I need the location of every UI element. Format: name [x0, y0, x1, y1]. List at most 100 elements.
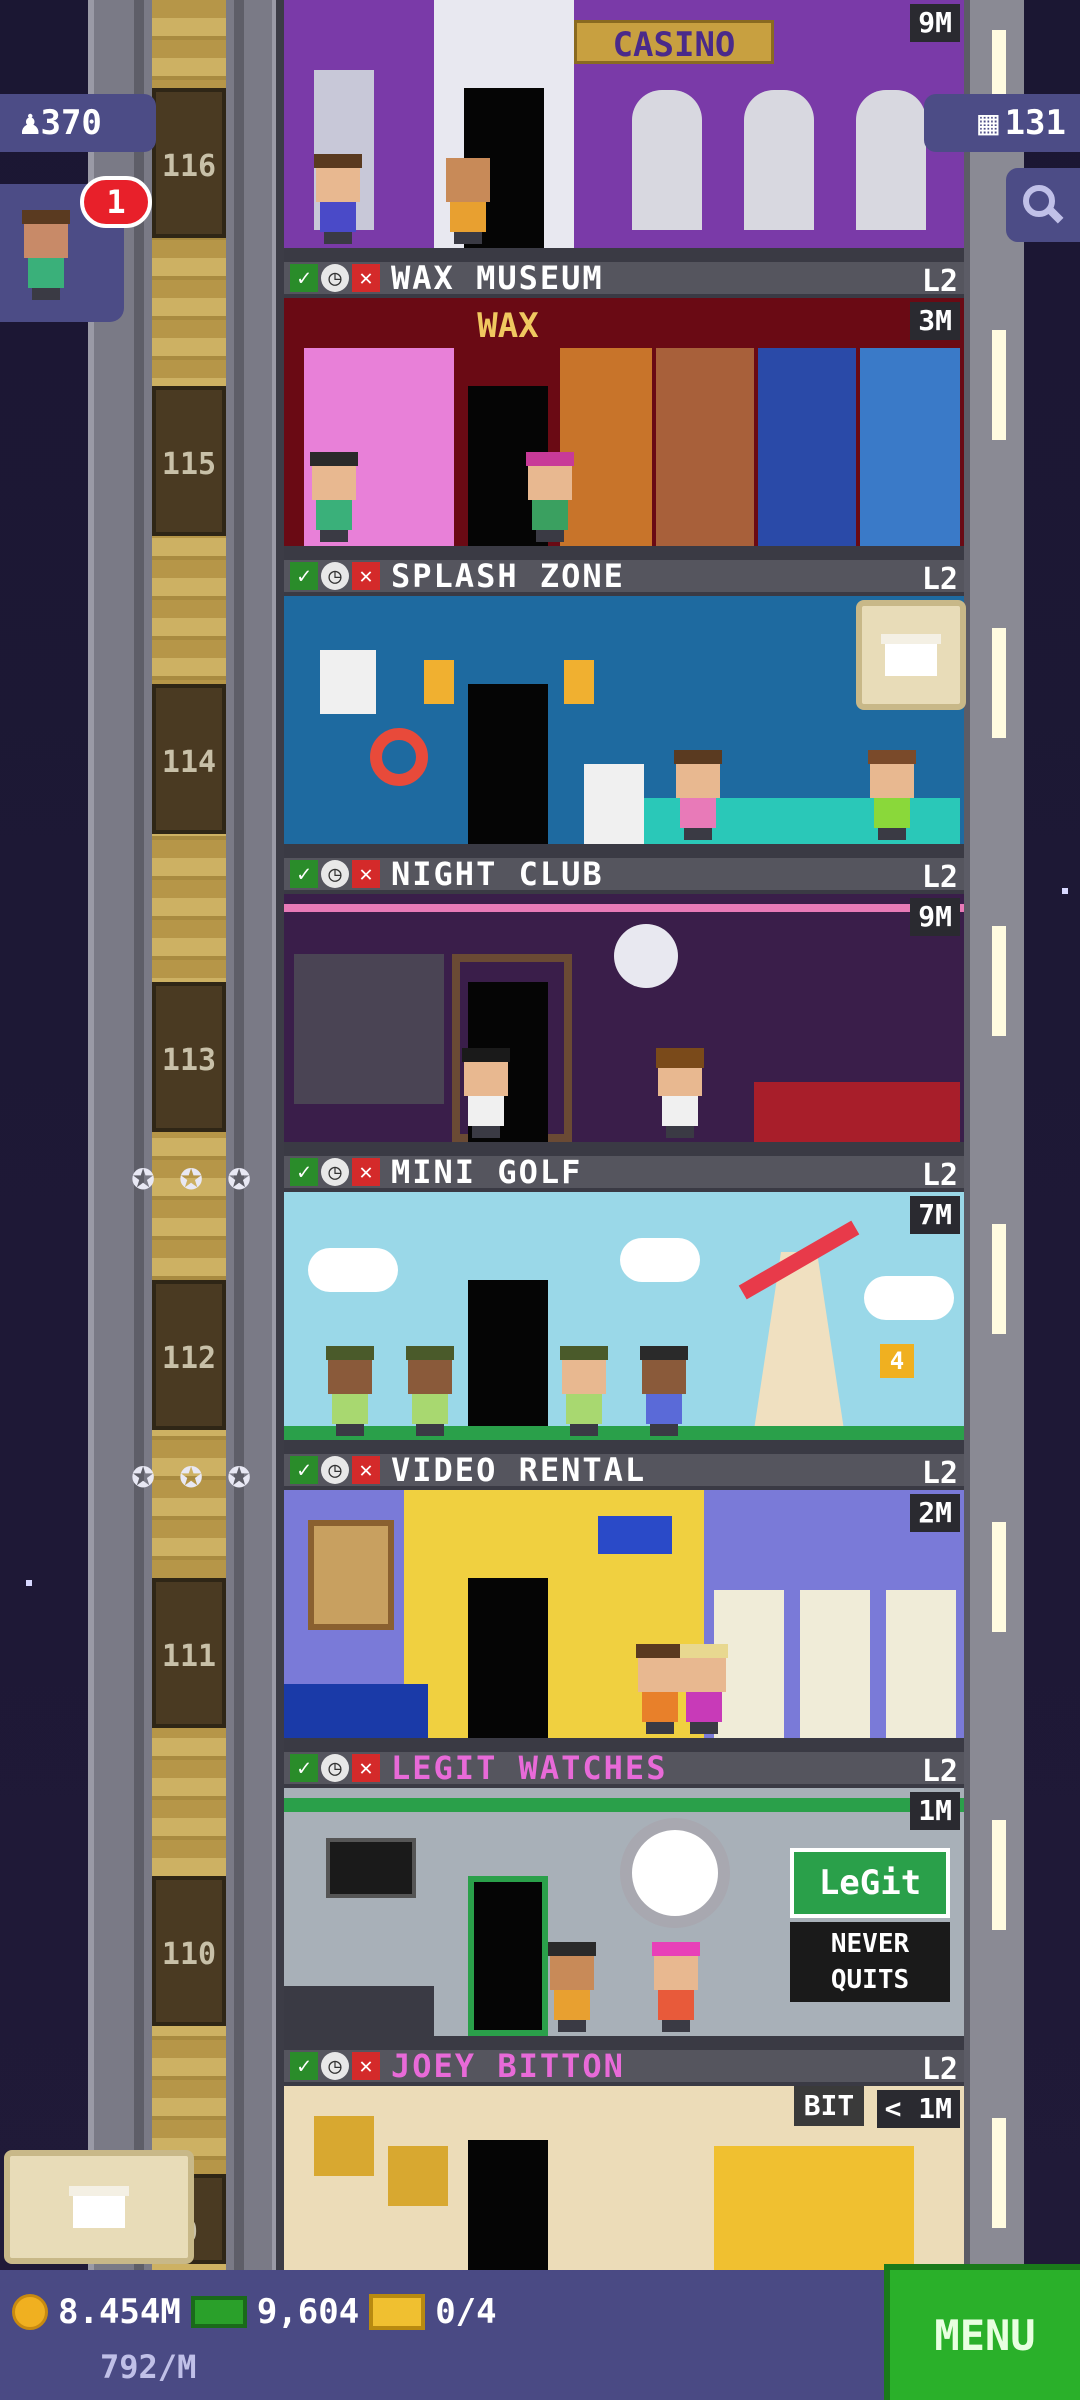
handbag-shelf	[714, 2146, 914, 2270]
bux-value[interactable]: 9,604	[257, 2292, 359, 2332]
tickets-value[interactable]: 0/4	[435, 2292, 496, 2332]
bitizen-hair	[22, 210, 70, 224]
bitton-sign: BIT	[794, 2086, 864, 2126]
coins-value[interactable]: 8.454M	[58, 2292, 181, 2332]
clock-icon: ◷	[321, 1158, 349, 1186]
bitizen[interactable]	[678, 1644, 730, 1734]
income-rate: 792/M	[100, 2348, 197, 2386]
tower-window-light	[992, 628, 1006, 738]
bitizen-legs	[570, 1424, 598, 1436]
bitizen-legs	[336, 1424, 364, 1436]
magnifier-icon	[1023, 185, 1064, 224]
bitizen-body	[680, 798, 716, 828]
bitizen[interactable]	[460, 1048, 512, 1138]
floor-casino[interactable]: CASINO 9M	[284, 0, 964, 258]
bitizen[interactable]	[650, 1942, 702, 2032]
bitizen-hair	[680, 1644, 728, 1658]
bitizen-body	[646, 1394, 682, 1424]
elevator-rail	[134, 0, 144, 2270]
star-icon: ✪	[226, 1451, 252, 1497]
tower-window-light	[992, 1224, 1006, 1334]
room-door	[468, 1280, 548, 1440]
cloud-prop	[308, 1248, 398, 1292]
floor-price-badge: 9M	[910, 898, 960, 936]
floor-wax-museum[interactable]: ✓ ◷ ✕ WAX MUSEUM L2 WAX 3M	[284, 258, 964, 556]
floor-header: ✓ ◷ ✕ VIDEO RENTAL L2	[284, 1450, 964, 1491]
sky-star	[26, 1580, 32, 1586]
tower-window-light	[992, 330, 1006, 440]
bitizen-legs	[646, 1722, 674, 1734]
pool-chair	[584, 764, 644, 844]
bitizen-legs	[662, 2020, 690, 2032]
bitizen[interactable]	[638, 1346, 690, 1436]
floor-night-club[interactable]: ✓ ◷ ✕ NIGHT CLUB L2 9M	[284, 854, 964, 1152]
floor-video-rental[interactable]: ✓ ◷ ✕ VIDEO RENTAL L2 2M	[284, 1450, 964, 1748]
bar-shelf	[294, 954, 444, 1104]
lifebuoy-icon	[370, 728, 428, 786]
floor-name: NIGHT CLUB	[391, 855, 604, 893]
joey-bitton-room: BIT < 1M	[284, 2086, 964, 2270]
floor-level: L2	[921, 2052, 958, 2087]
bitizen[interactable]	[654, 1048, 706, 1138]
floor-name: MINI GOLF	[391, 1153, 583, 1191]
bitizen-legs	[324, 232, 352, 244]
crate-icon	[69, 2186, 129, 2228]
tower-window-light	[992, 926, 1006, 1036]
bitizen-body	[532, 500, 568, 530]
stock-ok-icon: ✓	[290, 860, 318, 888]
bitizen[interactable]	[324, 1346, 376, 1436]
search-button[interactable]	[1006, 168, 1080, 242]
stock-ok-icon: ✓	[290, 562, 318, 590]
tower-wall-left	[276, 0, 284, 2270]
bitizen-body	[316, 500, 352, 530]
floor-joey-bitton[interactable]: ✓ ◷ ✕ JOEY BITTON L2 BIT < 1M	[284, 2046, 964, 2270]
star-icon: ✪	[226, 1153, 252, 1199]
bitizen-legs	[558, 2020, 586, 2032]
bitizen-body	[566, 1394, 602, 1424]
bitizen[interactable]	[524, 452, 576, 542]
bitizen-hair	[640, 1346, 688, 1360]
bitizen[interactable]	[404, 1346, 456, 1436]
menu-button[interactable]: MENU	[884, 2264, 1080, 2400]
bitizen-body	[642, 1692, 678, 1722]
bitizen-body	[554, 1990, 590, 2020]
bitizen[interactable]	[558, 1346, 610, 1436]
stock-ok-icon: ✓	[290, 2052, 318, 2080]
bitizen-hat	[526, 452, 574, 466]
crate-stack-button[interactable]	[4, 2150, 194, 2264]
stock-out-icon: ✕	[352, 1456, 380, 1484]
floor-price-badge: 1M	[910, 1792, 960, 1830]
bitizen[interactable]	[866, 750, 918, 840]
supply-crate-button[interactable]	[856, 600, 966, 710]
bitizen[interactable]	[546, 1942, 598, 2032]
currency-row: 8.454M 9,604 0/4	[12, 2292, 497, 2332]
wax-exhibit-booth	[656, 348, 754, 546]
floor-header: ✓ ◷ ✕ MINI GOLF L2	[284, 1152, 964, 1193]
bitizen[interactable]	[312, 154, 364, 244]
elevator-rail	[234, 0, 244, 2270]
star-icon: ✪	[130, 1451, 156, 1497]
watch-display-case	[284, 1986, 434, 2036]
bux-counter-top[interactable]: ▦ 131	[924, 94, 1080, 152]
room-floor	[284, 546, 964, 556]
room-floor	[284, 2036, 964, 2046]
bitizen[interactable]	[672, 750, 724, 840]
floor-level: L2	[921, 1158, 958, 1193]
stock-ok-icon: ✓	[290, 1158, 318, 1186]
floor-name: LEGIT WATCHES	[391, 1749, 668, 1787]
bitizen[interactable]	[308, 452, 360, 542]
video-rental-room: 2M	[284, 1490, 964, 1748]
floor-number-110: 110	[152, 1876, 226, 2026]
coin-icon	[12, 2294, 48, 2330]
population-counter[interactable]: ♟ 370	[0, 94, 156, 152]
bux-top-value: 131	[1004, 103, 1066, 143]
bitizen[interactable]	[442, 158, 494, 244]
stock-out-icon: ✕	[352, 264, 380, 292]
elevator-shaft[interactable]: 116 115 114 113 112 111 110 9	[88, 0, 278, 2270]
wax-exhibit-booth	[758, 348, 856, 546]
bitizen-legs	[454, 232, 482, 244]
poster-icon	[320, 650, 376, 714]
disco-ball	[614, 924, 678, 988]
floor-mini-golf[interactable]: ✓ ◷ ✕ MINI GOLF L2 4 7M	[284, 1152, 964, 1450]
floor-legit-watches[interactable]: ✓ ◷ ✕ LEGIT WATCHES L2 LeGit NEVER QUITS…	[284, 1748, 964, 2046]
